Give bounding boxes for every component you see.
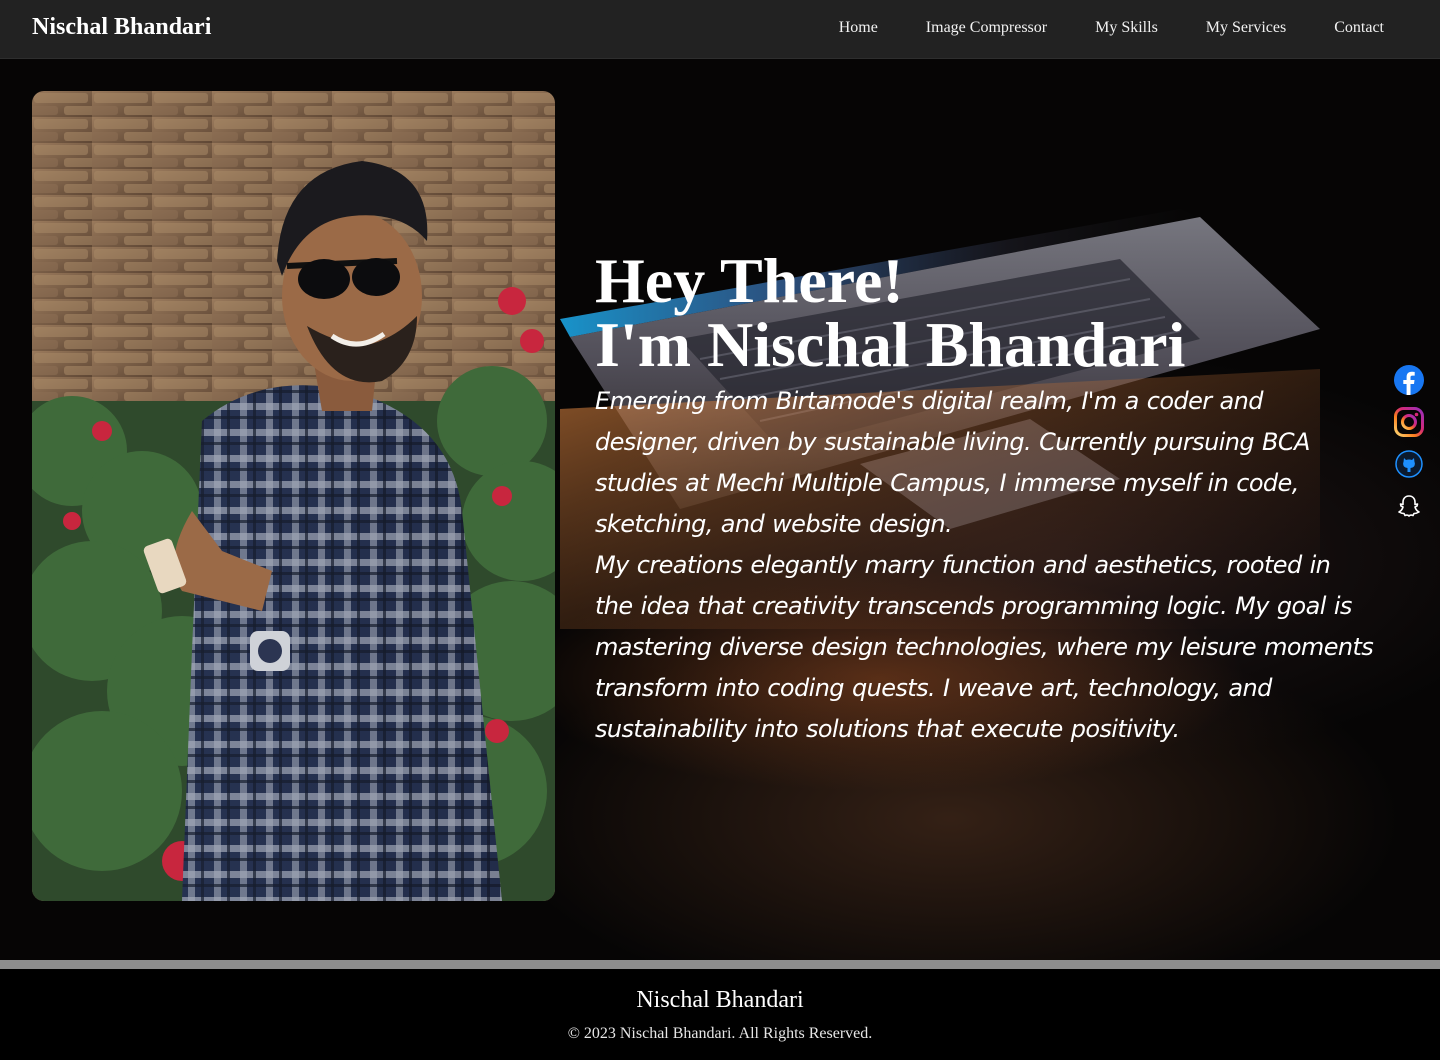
footer-name: Nischal Bhandari [636, 987, 804, 1013]
nav-link-my-services[interactable]: My Services [1206, 19, 1286, 37]
footer-copyright: © 2023 Nischal Bhandari. All Rights Rese… [567, 1025, 873, 1042]
github-icon[interactable] [1394, 449, 1424, 479]
bio-paragraph-1: Emerging from Birtamode's digital realm,… [595, 387, 1310, 538]
footer-divider [0, 960, 1440, 969]
facebook-icon[interactable] [1394, 365, 1424, 395]
footer: Nischal Bhandari © 2023 Nischal Bhandari… [0, 969, 1440, 1060]
brand-link[interactable]: Nischal Bhandari [32, 14, 211, 41]
nav-link-home[interactable]: Home [839, 19, 878, 37]
nav-link-image-compressor[interactable]: Image Compressor [926, 19, 1047, 37]
snapchat-icon[interactable] [1394, 491, 1424, 521]
navbar: Nischal Bhandari Home Image Compressor M… [0, 0, 1440, 59]
bio-paragraph-2: My creations elegantly marry function an… [595, 551, 1374, 743]
hero-greeting: Hey There! [595, 245, 904, 316]
nav-links: Home Image Compressor My Skills My Servi… [839, 19, 1384, 37]
social-links [1394, 365, 1424, 521]
hero-section: Hey There! I'm Nischal Bhandari Emerging… [0, 59, 1440, 960]
nav-link-contact[interactable]: Contact [1334, 19, 1384, 37]
instagram-icon[interactable] [1394, 407, 1424, 437]
nav-link-my-skills[interactable]: My Skills [1095, 19, 1158, 37]
hero-name: I'm Nischal Bhandari [595, 309, 1186, 380]
intro-block: Hey There! I'm Nischal Bhandari Emerging… [595, 249, 1375, 750]
profile-photo [32, 91, 555, 901]
